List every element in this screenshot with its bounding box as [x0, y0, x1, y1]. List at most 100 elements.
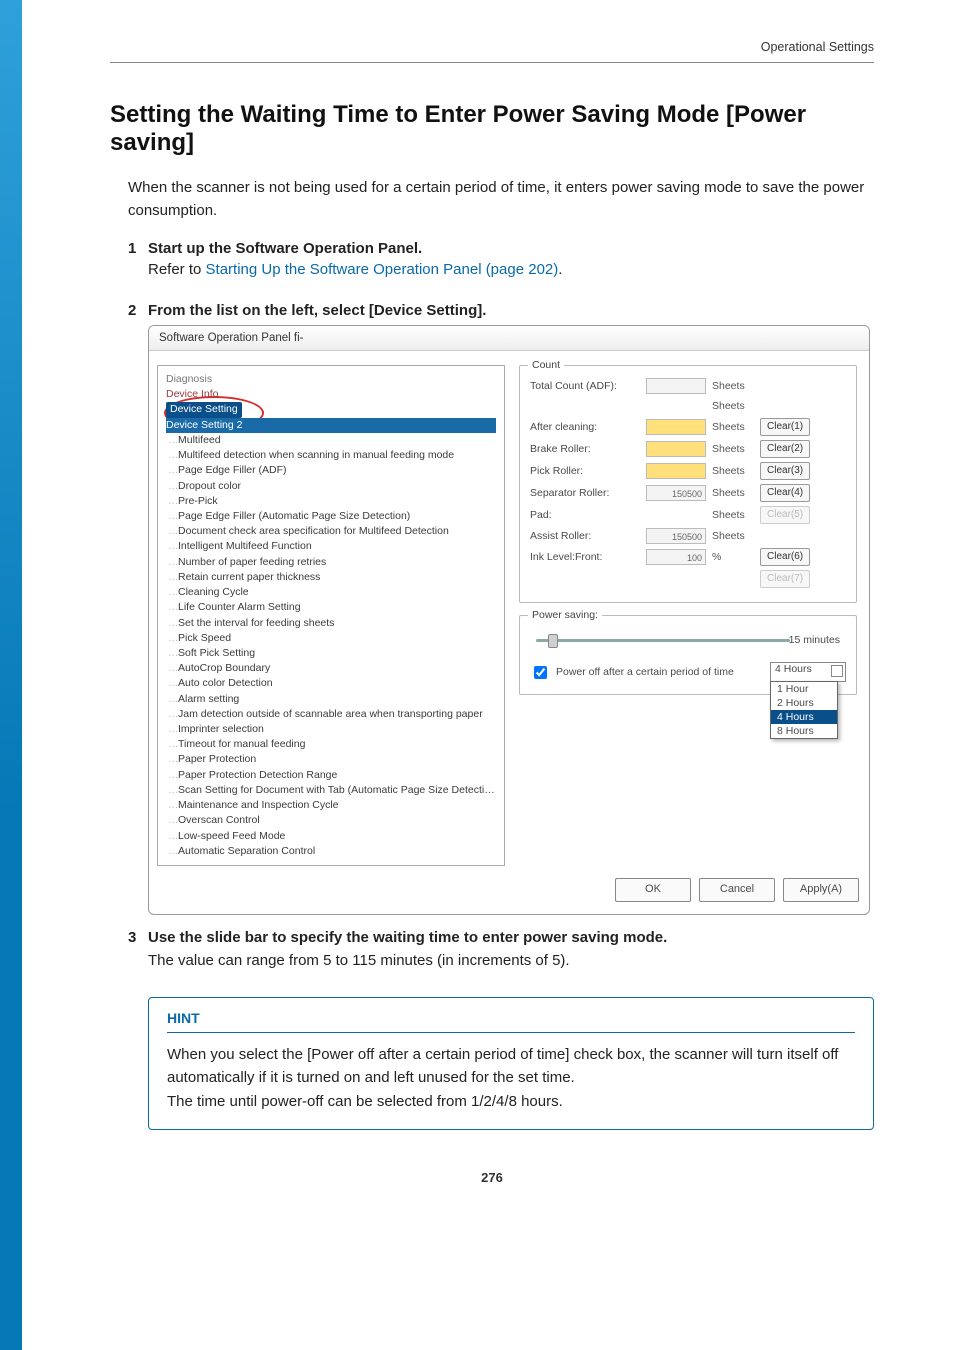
- page-number: 276: [110, 1170, 874, 1185]
- clear-button[interactable]: Clear(1): [760, 418, 810, 436]
- tree-item[interactable]: Automatic Separation Control: [166, 844, 496, 859]
- ps-slider[interactable]: 15 minutes: [536, 632, 840, 648]
- dropdown-item[interactable]: 2 Hours: [771, 696, 837, 710]
- step-title: Start up the Software Operation Panel.: [148, 240, 874, 257]
- count-label: Ink Level:Front:: [530, 551, 640, 563]
- count-label: Pick Roller:: [530, 465, 640, 477]
- tree-item[interactable]: Paper Protection Detection Range: [166, 768, 496, 783]
- tree-item[interactable]: Pre-Pick: [166, 494, 496, 509]
- count-field: [646, 463, 706, 479]
- tree-item[interactable]: Device Info: [166, 387, 496, 402]
- tree-item[interactable]: Low-speed Feed Mode: [166, 829, 496, 844]
- tree-item[interactable]: Alarm setting: [166, 692, 496, 707]
- apply-button[interactable]: Apply(A): [783, 878, 859, 902]
- power-saving-group: Power saving: 15 minutes Power off after…: [519, 615, 857, 695]
- clear-button: Clear(7): [760, 570, 810, 588]
- count-group: Count Total Count (ADF): Sheets Sheet: [519, 365, 857, 603]
- ok-button[interactable]: OK: [615, 878, 691, 902]
- hint-rule: [167, 1032, 855, 1033]
- count-label: Pad:: [530, 509, 640, 521]
- count-label: Brake Roller:: [530, 443, 640, 455]
- sop-window-title: Software Operation Panel fi-: [149, 326, 869, 351]
- clear-button: Clear(5): [760, 506, 810, 524]
- clear-button[interactable]: Clear(6): [760, 548, 810, 566]
- count-field: 150500: [646, 528, 706, 544]
- tree-item-selected[interactable]: Device Setting: [166, 402, 496, 417]
- power-off-dropdown[interactable]: 1 Hour 2 Hours 4 Hours 8 Hours: [770, 681, 838, 739]
- tree-item[interactable]: Soft Pick Setting: [166, 646, 496, 661]
- intro-paragraph: When the scanner is not being used for a…: [128, 177, 874, 222]
- count-row: Pad: Sheets Clear(5): [530, 506, 846, 524]
- tree-item[interactable]: Jam detection outside of scannable area …: [166, 707, 496, 722]
- count-unit: Sheets: [712, 421, 754, 433]
- power-off-label: Power off after a certain period of time: [556, 666, 734, 678]
- tree-item[interactable]: Cleaning Cycle: [166, 585, 496, 600]
- link-sop-start[interactable]: Starting Up the Software Operation Panel…: [206, 261, 559, 278]
- tree-item[interactable]: Scan Setting for Document with Tab (Auto…: [166, 783, 496, 798]
- tree-item[interactable]: Multifeed: [166, 433, 496, 448]
- tree-item[interactable]: Overscan Control: [166, 813, 496, 828]
- step-1: 1 Start up the Software Operation Panel.…: [128, 240, 874, 288]
- count-unit: Sheets: [712, 380, 754, 392]
- step-text: The value can range from 5 to 115 minute…: [148, 952, 874, 969]
- count-row: Separator Roller: 150500 Sheets Clear(4): [530, 484, 846, 502]
- sop-tree[interactable]: Diagnosis Device Info Device Setting Dev…: [157, 365, 505, 866]
- dropdown-item[interactable]: 1 Hour: [771, 682, 837, 696]
- header-rule: [110, 62, 874, 63]
- step-number: 3: [128, 929, 148, 983]
- count-legend: Count: [528, 359, 564, 371]
- tree-item[interactable]: Page Edge Filler (ADF): [166, 463, 496, 478]
- tree-item[interactable]: Dropout color: [166, 479, 496, 494]
- tree-item[interactable]: Retain current paper thickness: [166, 570, 496, 585]
- dropdown-item[interactable]: 4 Hours: [771, 710, 837, 724]
- count-label: After cleaning:: [530, 421, 640, 433]
- slider-thumb-icon[interactable]: [548, 634, 558, 648]
- power-off-select[interactable]: 4 Hours 1 Hour 2 Hours 4 Hours 8 Hours: [770, 662, 846, 682]
- tree-item[interactable]: Document check area specification for Mu…: [166, 524, 496, 539]
- dropdown-item[interactable]: 8 Hours: [771, 724, 837, 738]
- clear-button[interactable]: Clear(3): [760, 462, 810, 480]
- count-field: 150500: [646, 485, 706, 501]
- count-row: Brake Roller: Sheets Clear(2): [530, 440, 846, 458]
- step-title: Use the slide bar to specify the waiting…: [148, 929, 874, 946]
- tree-item[interactable]: Pick Speed: [166, 631, 496, 646]
- step-title: From the list on the left, select [Devic…: [148, 302, 874, 319]
- step-number: 1: [128, 240, 148, 288]
- clear-button[interactable]: Clear(4): [760, 484, 810, 502]
- tree-item[interactable]: Intelligent Multifeed Function: [166, 539, 496, 554]
- tree-item[interactable]: Paper Protection: [166, 752, 496, 767]
- clear-button[interactable]: Clear(2): [760, 440, 810, 458]
- tree-item[interactable]: AutoCrop Boundary: [166, 661, 496, 676]
- tree-item[interactable]: Set the interval for feeding sheets: [166, 616, 496, 631]
- count-field: [646, 419, 706, 435]
- tree-item[interactable]: Diagnosis: [166, 372, 496, 387]
- count-unit: Sheets: [712, 443, 754, 455]
- hint-heading: HINT: [167, 1010, 855, 1026]
- tree-item[interactable]: Page Edge Filler (Automatic Page Size De…: [166, 509, 496, 524]
- page-title: Setting the Waiting Time to Enter Power …: [110, 101, 874, 157]
- tree-item[interactable]: Number of paper feeding retries: [166, 555, 496, 570]
- count-row: After cleaning: Sheets Clear(1): [530, 418, 846, 436]
- count-unit: Sheets: [712, 530, 754, 542]
- tree-item[interactable]: Multifeed detection when scanning in man…: [166, 448, 496, 463]
- tree-item[interactable]: Device Setting 2: [166, 418, 496, 433]
- hint-box: HINT When you select the [Power off afte…: [148, 997, 874, 1130]
- cancel-button[interactable]: Cancel: [699, 878, 775, 902]
- tree-item[interactable]: Timeout for manual feeding: [166, 737, 496, 752]
- step-text: Refer to Starting Up the Software Operat…: [148, 261, 874, 278]
- tree-item[interactable]: Maintenance and Inspection Cycle: [166, 798, 496, 813]
- power-off-checkbox[interactable]: [534, 666, 547, 679]
- tree-item[interactable]: Life Counter Alarm Setting: [166, 600, 496, 615]
- tree-item[interactable]: Imprinter selection: [166, 722, 496, 737]
- hint-text: When you select the [Power off after a c…: [167, 1043, 855, 1113]
- sop-screenshot: Software Operation Panel fi- Diagnosis D…: [148, 325, 870, 915]
- tree-item[interactable]: Auto color Detection: [166, 676, 496, 691]
- page-header: Operational Settings: [110, 40, 874, 54]
- count-unit: Sheets: [712, 400, 754, 412]
- count-label: Total Count (ADF):: [530, 380, 640, 392]
- count-unit: Sheets: [712, 509, 754, 521]
- count-unit: Sheets: [712, 487, 754, 499]
- count-field: [646, 378, 706, 394]
- ps-slider-value: 15 minutes: [789, 634, 840, 646]
- step-number: 2: [128, 302, 148, 915]
